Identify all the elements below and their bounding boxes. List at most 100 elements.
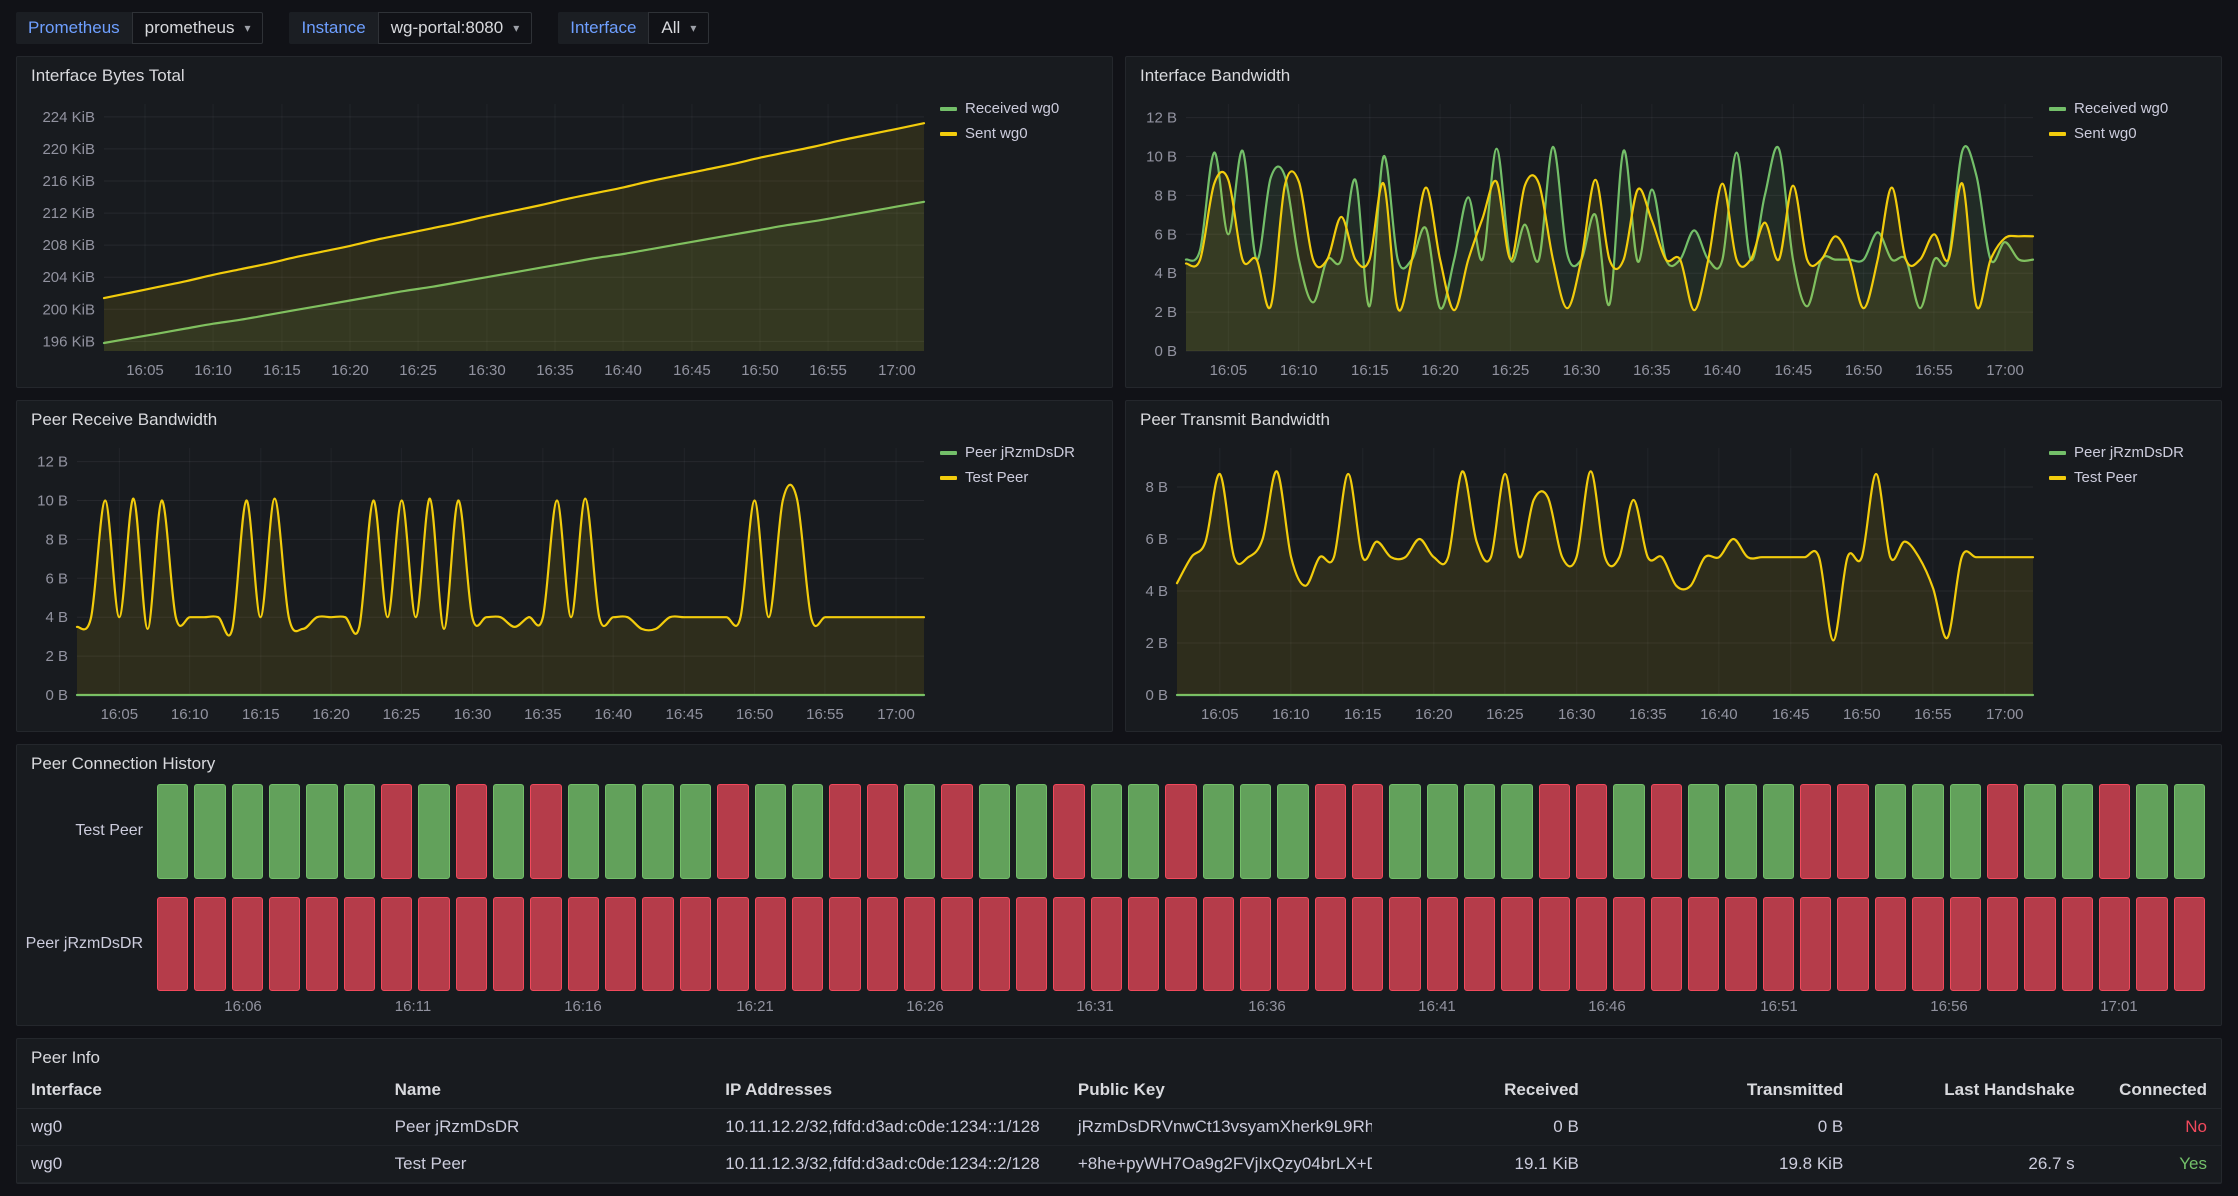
state-cell-down[interactable] [755,897,786,992]
state-cell-down[interactable] [1576,897,1607,992]
state-cell-up[interactable] [2136,784,2167,879]
time-series-plot[interactable]: 16:0516:1016:1516:2016:2516:3016:3516:40… [1132,90,2043,385]
legend-item[interactable]: Peer jRzmDsDR [940,444,1100,461]
state-cell-down[interactable] [2136,897,2167,992]
col-header-transmitted[interactable]: Transmitted [1593,1072,1857,1109]
state-cell-down[interactable] [1539,897,1570,992]
state-cell-up[interactable] [1277,784,1308,879]
state-cell-up[interactable] [1725,784,1756,879]
state-cell-down[interactable] [1688,897,1719,992]
state-cell-up[interactable] [344,784,375,879]
state-cell-down[interactable] [2174,897,2205,992]
state-cell-down[interactable] [717,784,748,879]
col-header-ip-addresses[interactable]: IP Addresses [711,1072,1064,1109]
state-cell-up[interactable] [680,784,711,879]
state-cell-down[interactable] [1763,897,1794,992]
state-cell-up[interactable] [605,784,636,879]
state-cell-down[interactable] [1315,784,1346,879]
legend-item[interactable]: Sent wg0 [2049,125,2209,142]
time-series-plot[interactable]: 16:0516:1016:1516:2016:2516:3016:3516:40… [23,90,934,385]
state-cell-down[interactable] [717,897,748,992]
state-cell-up[interactable] [904,784,935,879]
legend-item[interactable]: Received wg0 [940,100,1100,117]
col-header-interface[interactable]: Interface [17,1072,381,1109]
state-cell-down[interactable] [381,784,412,879]
time-series-plot[interactable]: 16:0516:1016:1516:2016:2516:3016:3516:40… [1132,434,2043,729]
state-cell-up[interactable] [194,784,225,879]
state-cell-up[interactable] [418,784,449,879]
legend-item[interactable]: Received wg0 [2049,100,2209,117]
state-cell-down[interactable] [1837,897,1868,992]
var-datasource-value[interactable]: prometheus ▾ [132,12,264,44]
col-header-public-key[interactable]: Public Key [1064,1072,1373,1109]
state-cell-down[interactable] [1128,897,1159,992]
state-cell-up[interactable] [568,784,599,879]
state-cell-down[interactable] [941,784,972,879]
state-cell-down[interactable] [1091,897,1122,992]
state-cell-up[interactable] [979,784,1010,879]
state-cell-up[interactable] [306,784,337,879]
state-cell-down[interactable] [2062,897,2093,992]
panel-title-peer-transmit-bandwidth[interactable]: Peer Transmit Bandwidth [1126,401,2221,434]
state-cell-down[interactable] [344,897,375,992]
state-cell-up[interactable] [792,784,823,879]
state-cell-down[interactable] [1165,897,1196,992]
state-cell-down[interactable] [1987,784,2018,879]
state-cell-down[interactable] [941,897,972,992]
state-cell-down[interactable] [1352,784,1383,879]
col-header-connected[interactable]: Connected [2089,1072,2221,1109]
state-cell-down[interactable] [530,897,561,992]
state-cell-down[interactable] [1613,897,1644,992]
state-cell-down[interactable] [232,897,263,992]
state-cell-down[interactable] [642,897,673,992]
panel-title-interface-bytes-total[interactable]: Interface Bytes Total [17,57,1112,90]
state-cell-down[interactable] [1053,897,1084,992]
panel-title-peer-receive-bandwidth[interactable]: Peer Receive Bandwidth [17,401,1112,434]
state-cell-down[interactable] [867,897,898,992]
col-header-name[interactable]: Name [381,1072,712,1109]
state-cell-down[interactable] [2099,897,2130,992]
legend-item[interactable]: Test Peer [2049,469,2209,486]
state-cell-up[interactable] [269,784,300,879]
state-cell-down[interactable] [1464,897,1495,992]
state-cell-down[interactable] [829,897,860,992]
time-series-plot[interactable]: 16:0516:1016:1516:2016:2516:3016:3516:40… [23,434,934,729]
state-cell-down[interactable] [1539,784,1570,879]
state-cell-down[interactable] [493,897,524,992]
panel-title-peer-connection-history[interactable]: Peer Connection History [17,745,2221,778]
state-cell-up[interactable] [2174,784,2205,879]
state-cell-down[interactable] [456,897,487,992]
state-cell-down[interactable] [1352,897,1383,992]
state-cell-up[interactable] [493,784,524,879]
col-header-last-handshake[interactable]: Last Handshake [1857,1072,2088,1109]
state-cell-up[interactable] [1464,784,1495,879]
state-cell-down[interactable] [605,897,636,992]
state-cell-down[interactable] [829,784,860,879]
state-cell-down[interactable] [792,897,823,992]
state-cell-down[interactable] [867,784,898,879]
col-header-received[interactable]: Received [1372,1072,1592,1109]
state-cell-down[interactable] [1240,897,1271,992]
state-cell-up[interactable] [1875,784,1906,879]
state-cell-down[interactable] [306,897,337,992]
state-cell-down[interactable] [1053,784,1084,879]
state-cell-down[interactable] [1315,897,1346,992]
state-cell-up[interactable] [2024,784,2055,879]
legend-item[interactable]: Sent wg0 [940,125,1100,142]
state-cell-down[interactable] [1987,897,2018,992]
state-cell-up[interactable] [1389,784,1420,879]
state-cell-up[interactable] [1128,784,1159,879]
state-cell-down[interactable] [1651,897,1682,992]
state-cell-down[interactable] [2024,897,2055,992]
var-interface-value[interactable]: All ▾ [648,12,709,44]
state-cell-down[interactable] [568,897,599,992]
state-cell-up[interactable] [755,784,786,879]
state-cell-down[interactable] [1016,897,1047,992]
state-cell-up[interactable] [1203,784,1234,879]
state-cell-down[interactable] [1277,897,1308,992]
state-cell-down[interactable] [418,897,449,992]
state-cell-down[interactable] [1576,784,1607,879]
state-cell-down[interactable] [1725,897,1756,992]
panel-title-interface-bandwidth[interactable]: Interface Bandwidth [1126,57,2221,90]
state-cell-up[interactable] [1912,784,1943,879]
